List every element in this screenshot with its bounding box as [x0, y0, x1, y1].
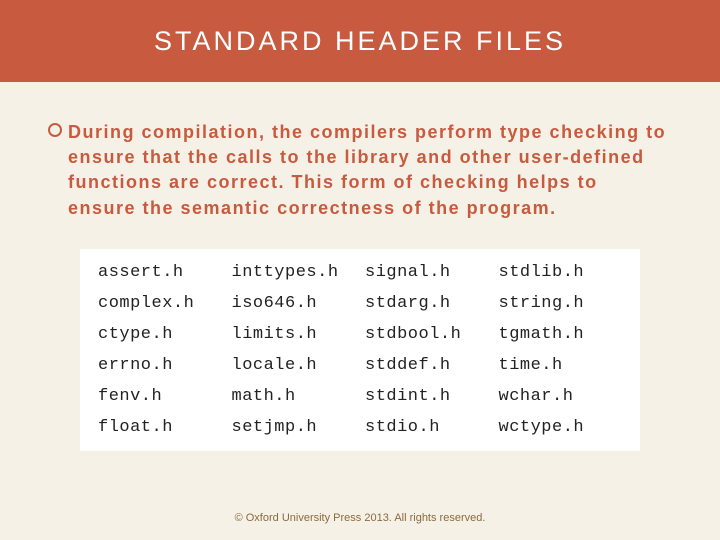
header-file-cell: setjmp.h [232, 418, 356, 437]
title-bar: STANDARD HEADER FILES [0, 0, 720, 82]
header-file-cell: errno.h [98, 356, 222, 375]
header-file-cell: complex.h [98, 294, 222, 313]
header-file-cell: math.h [232, 387, 356, 406]
header-file-cell: stdarg.h [365, 294, 489, 313]
header-file-cell: stdbool.h [365, 325, 489, 344]
bullet-text: During compilation, the compilers perfor… [68, 120, 672, 221]
header-file-cell: string.h [499, 294, 623, 313]
header-file-cell: stddef.h [365, 356, 489, 375]
header-file-cell: wctype.h [499, 418, 623, 437]
header-file-cell: fenv.h [98, 387, 222, 406]
header-files-table: assert.h inttypes.h signal.h stdlib.h comple… [80, 249, 640, 451]
header-file-cell: inttypes.h [232, 263, 356, 282]
header-file-cell: ctype.h [98, 325, 222, 344]
header-file-cell: signal.h [365, 263, 489, 282]
page-title: STANDARD HEADER FILES [154, 26, 566, 57]
header-file-cell: locale.h [232, 356, 356, 375]
header-file-cell: assert.h [98, 263, 222, 282]
header-file-cell: stdlib.h [499, 263, 623, 282]
circle-bullet-icon [48, 123, 62, 137]
header-file-cell: wchar.h [499, 387, 623, 406]
header-file-cell: iso646.h [232, 294, 356, 313]
header-file-cell: stdio.h [365, 418, 489, 437]
header-file-cell: float.h [98, 418, 222, 437]
header-file-cell: limits.h [232, 325, 356, 344]
header-file-cell: tgmath.h [499, 325, 623, 344]
copyright-footer: © Oxford University Press 2013. All righ… [0, 512, 720, 524]
content-area: During compilation, the compilers perfor… [0, 82, 720, 451]
header-file-cell: stdint.h [365, 387, 489, 406]
header-file-cell: time.h [499, 356, 623, 375]
bullet-item: During compilation, the compilers perfor… [48, 120, 672, 221]
